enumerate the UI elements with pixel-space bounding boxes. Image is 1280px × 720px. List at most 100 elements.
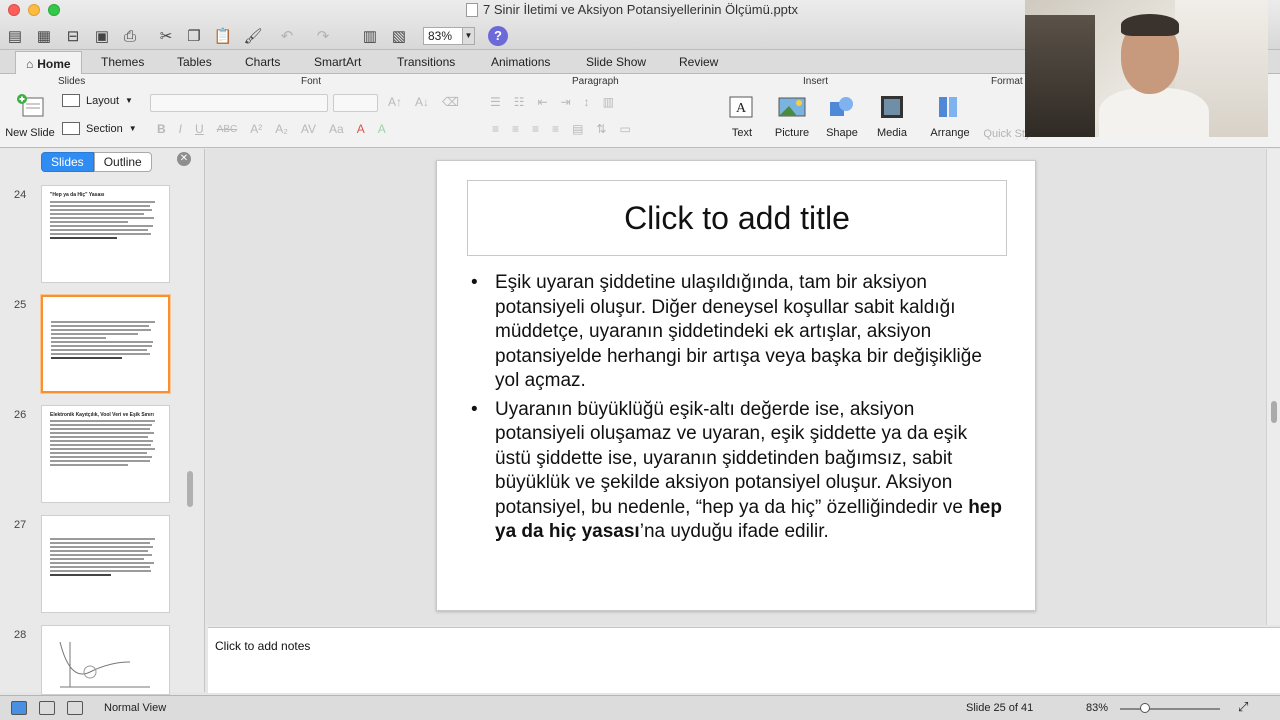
insert-shape-button[interactable]: Shape: [820, 94, 864, 139]
new-document-icon[interactable]: ▤: [6, 26, 24, 46]
presenter-icon[interactable]: ▧: [389, 26, 409, 46]
print-icon[interactable]: ⎙: [120, 26, 140, 46]
maximize-window-button[interactable]: [48, 4, 60, 16]
columns-icon[interactable]: ▥: [603, 95, 614, 109]
open-icon[interactable]: ⊟: [63, 26, 83, 46]
paste-icon[interactable]: 📋: [213, 26, 233, 46]
tab-animations[interactable]: Animations: [491, 50, 550, 74]
tab-review[interactable]: Review: [679, 50, 718, 74]
fit-to-window-icon[interactable]: ⤢: [1238, 699, 1248, 715]
text-effects-icon[interactable]: A: [378, 122, 386, 136]
slide-sorter-view-icon[interactable]: [39, 701, 55, 715]
group-label-format: Format: [991, 76, 1023, 87]
tab-slide-show[interactable]: Slide Show: [586, 50, 646, 74]
undo-icon[interactable]: ↶: [277, 26, 297, 46]
templates-icon[interactable]: ▦: [34, 26, 54, 46]
thumbnail-number: 24: [14, 189, 27, 201]
cut-icon[interactable]: ✂: [156, 26, 176, 46]
tab-themes[interactable]: Themes: [101, 50, 144, 74]
slide-sorter-icon[interactable]: ▥: [360, 26, 380, 46]
increase-indent-icon[interactable]: ⇥: [561, 95, 571, 109]
insert-picture-button[interactable]: Picture: [770, 94, 814, 139]
zoom-slider[interactable]: [1120, 708, 1220, 710]
save-icon[interactable]: ▣: [92, 26, 112, 46]
group-label-paragraph: Paragraph: [572, 76, 619, 87]
text-direction-icon[interactable]: ⇅: [596, 122, 606, 136]
close-panel-icon[interactable]: ✕: [177, 152, 191, 166]
tab-tables[interactable]: Tables: [177, 50, 212, 74]
slide-thumbnail-25[interactable]: [41, 295, 170, 393]
slide-thumbnail-26[interactable]: Elektronik Kayıtçılık, Vool Veri ve Eşik…: [41, 405, 170, 503]
justify-icon[interactable]: ≡: [552, 122, 559, 136]
distribute-icon[interactable]: ▤: [572, 122, 583, 136]
slide-canvas[interactable]: Click to add title • Eşik uyaran şiddeti…: [436, 160, 1036, 611]
new-slide-icon: [17, 94, 44, 117]
tab-transitions[interactable]: Transitions: [397, 50, 455, 74]
font-style-buttons: B I U ABC A² A₂ AV Aa A A: [157, 122, 386, 136]
grow-font-icon[interactable]: A↑: [388, 95, 402, 109]
bullet-item: • Uyaranın büyüklüğü eşik-altı değerde i…: [471, 398, 1003, 545]
tab-outline[interactable]: Outline: [93, 152, 152, 172]
line-spacing-icon[interactable]: ↕: [584, 95, 590, 109]
align-left-icon[interactable]: ≡: [492, 122, 499, 136]
align-center-icon[interactable]: ≡: [512, 122, 519, 136]
tab-home[interactable]: ⌂ Home: [15, 51, 82, 75]
slide-body[interactable]: • Eşik uyaran şiddetine ulaşıldığında, t…: [471, 271, 1003, 549]
slide-thumbnail-28[interactable]: [41, 625, 170, 695]
shrink-font-icon[interactable]: A↓: [415, 95, 429, 109]
arrange-button[interactable]: Arrange: [926, 94, 974, 139]
font-size-select[interactable]: [333, 94, 378, 112]
clear-format-icon[interactable]: ⌫: [442, 95, 459, 109]
scrollbar-thumb[interactable]: [1271, 401, 1277, 423]
tab-smartart[interactable]: SmartArt: [314, 50, 361, 74]
notes-placeholder: Click to add notes: [215, 639, 311, 653]
align-right-icon[interactable]: ≡: [532, 122, 539, 136]
strikethrough-icon[interactable]: ABC: [217, 124, 238, 135]
slide-thumbnail-27[interactable]: [41, 515, 170, 613]
slide-title-placeholder[interactable]: Click to add title: [467, 180, 1007, 256]
panel-scrollbar[interactable]: [187, 471, 193, 507]
font-color-icon[interactable]: A: [357, 122, 365, 136]
bold-icon[interactable]: B: [157, 122, 166, 136]
text-box-icon: A: [729, 96, 753, 118]
slide-thumbnail-24[interactable]: "Hep ya da Hiç" Yasası: [41, 185, 170, 283]
copy-icon[interactable]: ❐: [184, 26, 204, 46]
close-window-button[interactable]: [8, 4, 20, 16]
arrange-icon: [939, 97, 957, 117]
format-painter-icon[interactable]: 🖌: [243, 26, 263, 46]
minimize-window-button[interactable]: [28, 4, 40, 16]
slide-show-view-icon[interactable]: [67, 701, 83, 715]
layout-button[interactable]: Layout ▼: [62, 94, 137, 107]
normal-view-icon[interactable]: [11, 701, 27, 715]
zoom-select[interactable]: 83% ▼: [423, 27, 475, 45]
notes-pane[interactable]: Click to add notes: [208, 627, 1280, 693]
insert-media-button[interactable]: Media: [870, 94, 914, 139]
editor-vertical-scrollbar[interactable]: [1266, 149, 1280, 625]
section-button[interactable]: Section ▼: [62, 122, 137, 135]
zoom-slider-handle[interactable]: [1140, 703, 1150, 713]
view-name: Normal View: [104, 702, 167, 714]
help-button[interactable]: ?: [488, 26, 508, 46]
change-case-icon[interactable]: Aa: [329, 122, 344, 136]
new-slide-button[interactable]: New Slide: [5, 94, 55, 139]
group-label-font: Font: [301, 76, 322, 87]
superscript-icon[interactable]: A²: [250, 122, 262, 136]
insert-text-button[interactable]: A Text: [720, 94, 764, 139]
numbering-icon[interactable]: ☷: [514, 95, 525, 109]
chevron-down-icon: ▼: [128, 124, 137, 133]
font-size-buttons: A↑ A↓ ⌫: [388, 95, 459, 109]
tab-charts[interactable]: Charts: [245, 50, 280, 74]
redo-icon[interactable]: ↷: [313, 26, 333, 46]
character-spacing-icon[interactable]: AV: [301, 122, 316, 136]
underline-icon[interactable]: U: [195, 122, 204, 136]
italic-icon[interactable]: I: [179, 122, 182, 136]
status-zoom: 83%: [1086, 702, 1109, 714]
tab-slides[interactable]: Slides: [41, 152, 94, 172]
decrease-indent-icon[interactable]: ⇤: [538, 95, 548, 109]
align-text-icon[interactable]: ▭: [619, 122, 630, 136]
bullets-icon[interactable]: ☰: [490, 95, 501, 109]
panel-view-toggle: Slides Outline: [41, 152, 152, 172]
subscript-icon[interactable]: A₂: [275, 122, 288, 136]
font-name-select[interactable]: [150, 94, 328, 112]
svg-text:A: A: [736, 101, 747, 116]
